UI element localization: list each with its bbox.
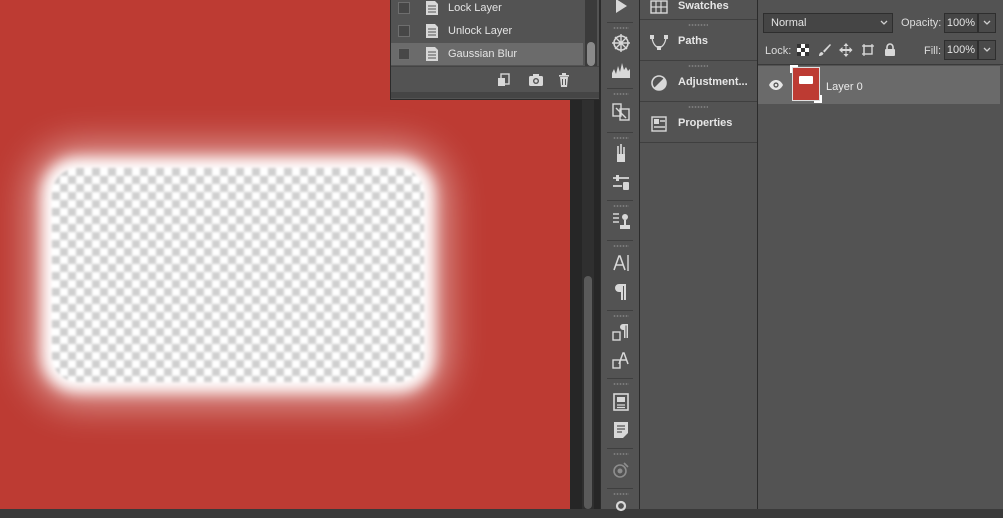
adjustments-icon bbox=[651, 75, 667, 91]
fill-value: 100% bbox=[946, 44, 976, 56]
strip-grip[interactable] bbox=[613, 27, 629, 29]
layer-row[interactable]: Layer 0 bbox=[758, 65, 1000, 104]
clone-source-icon[interactable] bbox=[611, 102, 631, 122]
strip-grip[interactable] bbox=[613, 315, 629, 317]
opacity-input[interactable]: 100% bbox=[944, 13, 978, 33]
strip-separator bbox=[607, 310, 633, 311]
strip-grip[interactable] bbox=[613, 137, 629, 139]
character-icon[interactable] bbox=[611, 253, 631, 273]
strip-separator bbox=[607, 378, 633, 379]
strip-separator bbox=[607, 488, 633, 489]
strip-separator bbox=[607, 22, 633, 23]
panel-tab-swatches[interactable]: Swatches bbox=[640, 0, 757, 20]
chevron-down-icon bbox=[880, 20, 888, 25]
lock-all-icon[interactable] bbox=[883, 43, 897, 57]
fill-label: Fill: bbox=[924, 45, 942, 57]
character-styles-icon[interactable] bbox=[611, 350, 631, 370]
history-item-label: Lock Layer bbox=[448, 2, 502, 14]
brush-settings-icon[interactable] bbox=[611, 172, 631, 192]
panel-tab-label: Paths bbox=[678, 35, 708, 47]
panel-tab-label: Swatches bbox=[678, 0, 729, 12]
canvas-scrollbar-thumb[interactable] bbox=[584, 276, 592, 509]
history-footer bbox=[391, 66, 599, 93]
strip-grip[interactable] bbox=[613, 93, 629, 95]
layers-panel: Normal Opacity: 100% Lock: Fill: 100% La… bbox=[758, 0, 1003, 509]
panel-tab-label: Properties bbox=[678, 117, 733, 129]
history-item-label: Gaussian Blur bbox=[448, 48, 518, 60]
chevron-down-icon bbox=[983, 20, 991, 25]
history-panel: Lock Layer Unlock Layer Gaussian Blur bbox=[390, 0, 600, 100]
history-panel-resize-handle[interactable] bbox=[391, 92, 599, 98]
blend-mode-value: Normal bbox=[771, 17, 807, 29]
thumbnail-corner bbox=[790, 65, 798, 73]
layer-thumbnail[interactable] bbox=[790, 65, 822, 103]
paths-icon bbox=[650, 35, 668, 50]
lock-transparent-pixels-icon[interactable] bbox=[796, 43, 810, 57]
thumbnail-corner bbox=[814, 95, 822, 103]
history-state-icon bbox=[426, 47, 438, 61]
lock-label: Lock: bbox=[765, 45, 792, 57]
strip-grip[interactable] bbox=[613, 493, 629, 495]
opacity-slider-button[interactable] bbox=[978, 13, 996, 33]
3d-icon[interactable] bbox=[611, 460, 631, 480]
panel-tab-paths[interactable]: Paths bbox=[640, 21, 757, 61]
history-snapshot-checkbox[interactable] bbox=[398, 48, 410, 60]
strip-separator bbox=[607, 200, 633, 201]
history-item-1[interactable]: Unlock Layer bbox=[391, 20, 583, 42]
strip-separator bbox=[607, 88, 633, 89]
notes-icon[interactable] bbox=[611, 392, 631, 412]
trash-icon[interactable] bbox=[556, 72, 572, 88]
history-item-label: Unlock Layer bbox=[448, 25, 513, 37]
strip-grip[interactable] bbox=[613, 383, 629, 385]
panel-tab-label: Adjustment... bbox=[678, 76, 748, 88]
strip-separator bbox=[607, 132, 633, 133]
swatches-icon bbox=[650, 0, 668, 14]
lock-image-pixels-icon[interactable] bbox=[818, 43, 832, 57]
color-wheel-icon[interactable] bbox=[611, 33, 631, 53]
new-document-from-state-icon[interactable] bbox=[496, 72, 512, 88]
blurred-transparent-area bbox=[52, 168, 424, 382]
history-item-0[interactable]: Lock Layer bbox=[391, 0, 583, 19]
opacity-label: Opacity: bbox=[901, 17, 942, 29]
tool-presets-icon[interactable] bbox=[611, 211, 631, 231]
history-snapshot-checkbox[interactable] bbox=[398, 25, 410, 37]
paragraph-icon[interactable] bbox=[611, 282, 631, 302]
brush-icon[interactable] bbox=[611, 143, 631, 163]
strip-separator bbox=[607, 448, 633, 449]
measure-icon[interactable] bbox=[611, 498, 631, 518]
history-scrollbar-thumb[interactable] bbox=[587, 42, 595, 66]
panel-grip[interactable] bbox=[688, 65, 708, 67]
layer-name[interactable]: Layer 0 bbox=[826, 81, 863, 93]
paragraph-styles-icon[interactable] bbox=[611, 322, 631, 342]
fill-input[interactable]: 100% bbox=[944, 40, 978, 60]
panel-grip[interactable] bbox=[688, 24, 708, 26]
history-state-icon bbox=[426, 24, 438, 38]
panel-grip[interactable] bbox=[688, 106, 708, 108]
history-item-2[interactable]: Gaussian Blur bbox=[391, 43, 583, 65]
histogram-icon[interactable] bbox=[611, 61, 631, 81]
strip-grip[interactable] bbox=[613, 245, 629, 247]
strip-grip[interactable] bbox=[613, 205, 629, 207]
lock-artboard-icon[interactable] bbox=[861, 43, 875, 57]
panel-tab-properties[interactable]: Properties bbox=[640, 103, 757, 143]
play-icon[interactable] bbox=[611, 0, 631, 16]
note-icon[interactable] bbox=[611, 420, 631, 440]
collapsed-panels-column: Swatches Paths Adjustment... Properties bbox=[640, 0, 758, 509]
history-snapshot-checkbox[interactable] bbox=[398, 2, 410, 14]
camera-snapshot-icon[interactable] bbox=[528, 72, 544, 88]
lock-position-icon[interactable] bbox=[839, 43, 853, 57]
strip-separator bbox=[607, 240, 633, 241]
chevron-down-icon bbox=[983, 47, 991, 52]
properties-icon bbox=[651, 116, 667, 132]
panel-icon-strip bbox=[600, 0, 640, 512]
thumbnail-content bbox=[799, 76, 813, 84]
blend-mode-select[interactable]: Normal bbox=[763, 13, 893, 33]
opacity-value: 100% bbox=[946, 17, 976, 29]
eye-icon[interactable] bbox=[768, 78, 784, 92]
history-state-icon bbox=[426, 1, 438, 15]
fill-slider-button[interactable] bbox=[978, 40, 996, 60]
strip-grip[interactable] bbox=[613, 453, 629, 455]
panel-tab-adjustments[interactable]: Adjustment... bbox=[640, 62, 757, 102]
